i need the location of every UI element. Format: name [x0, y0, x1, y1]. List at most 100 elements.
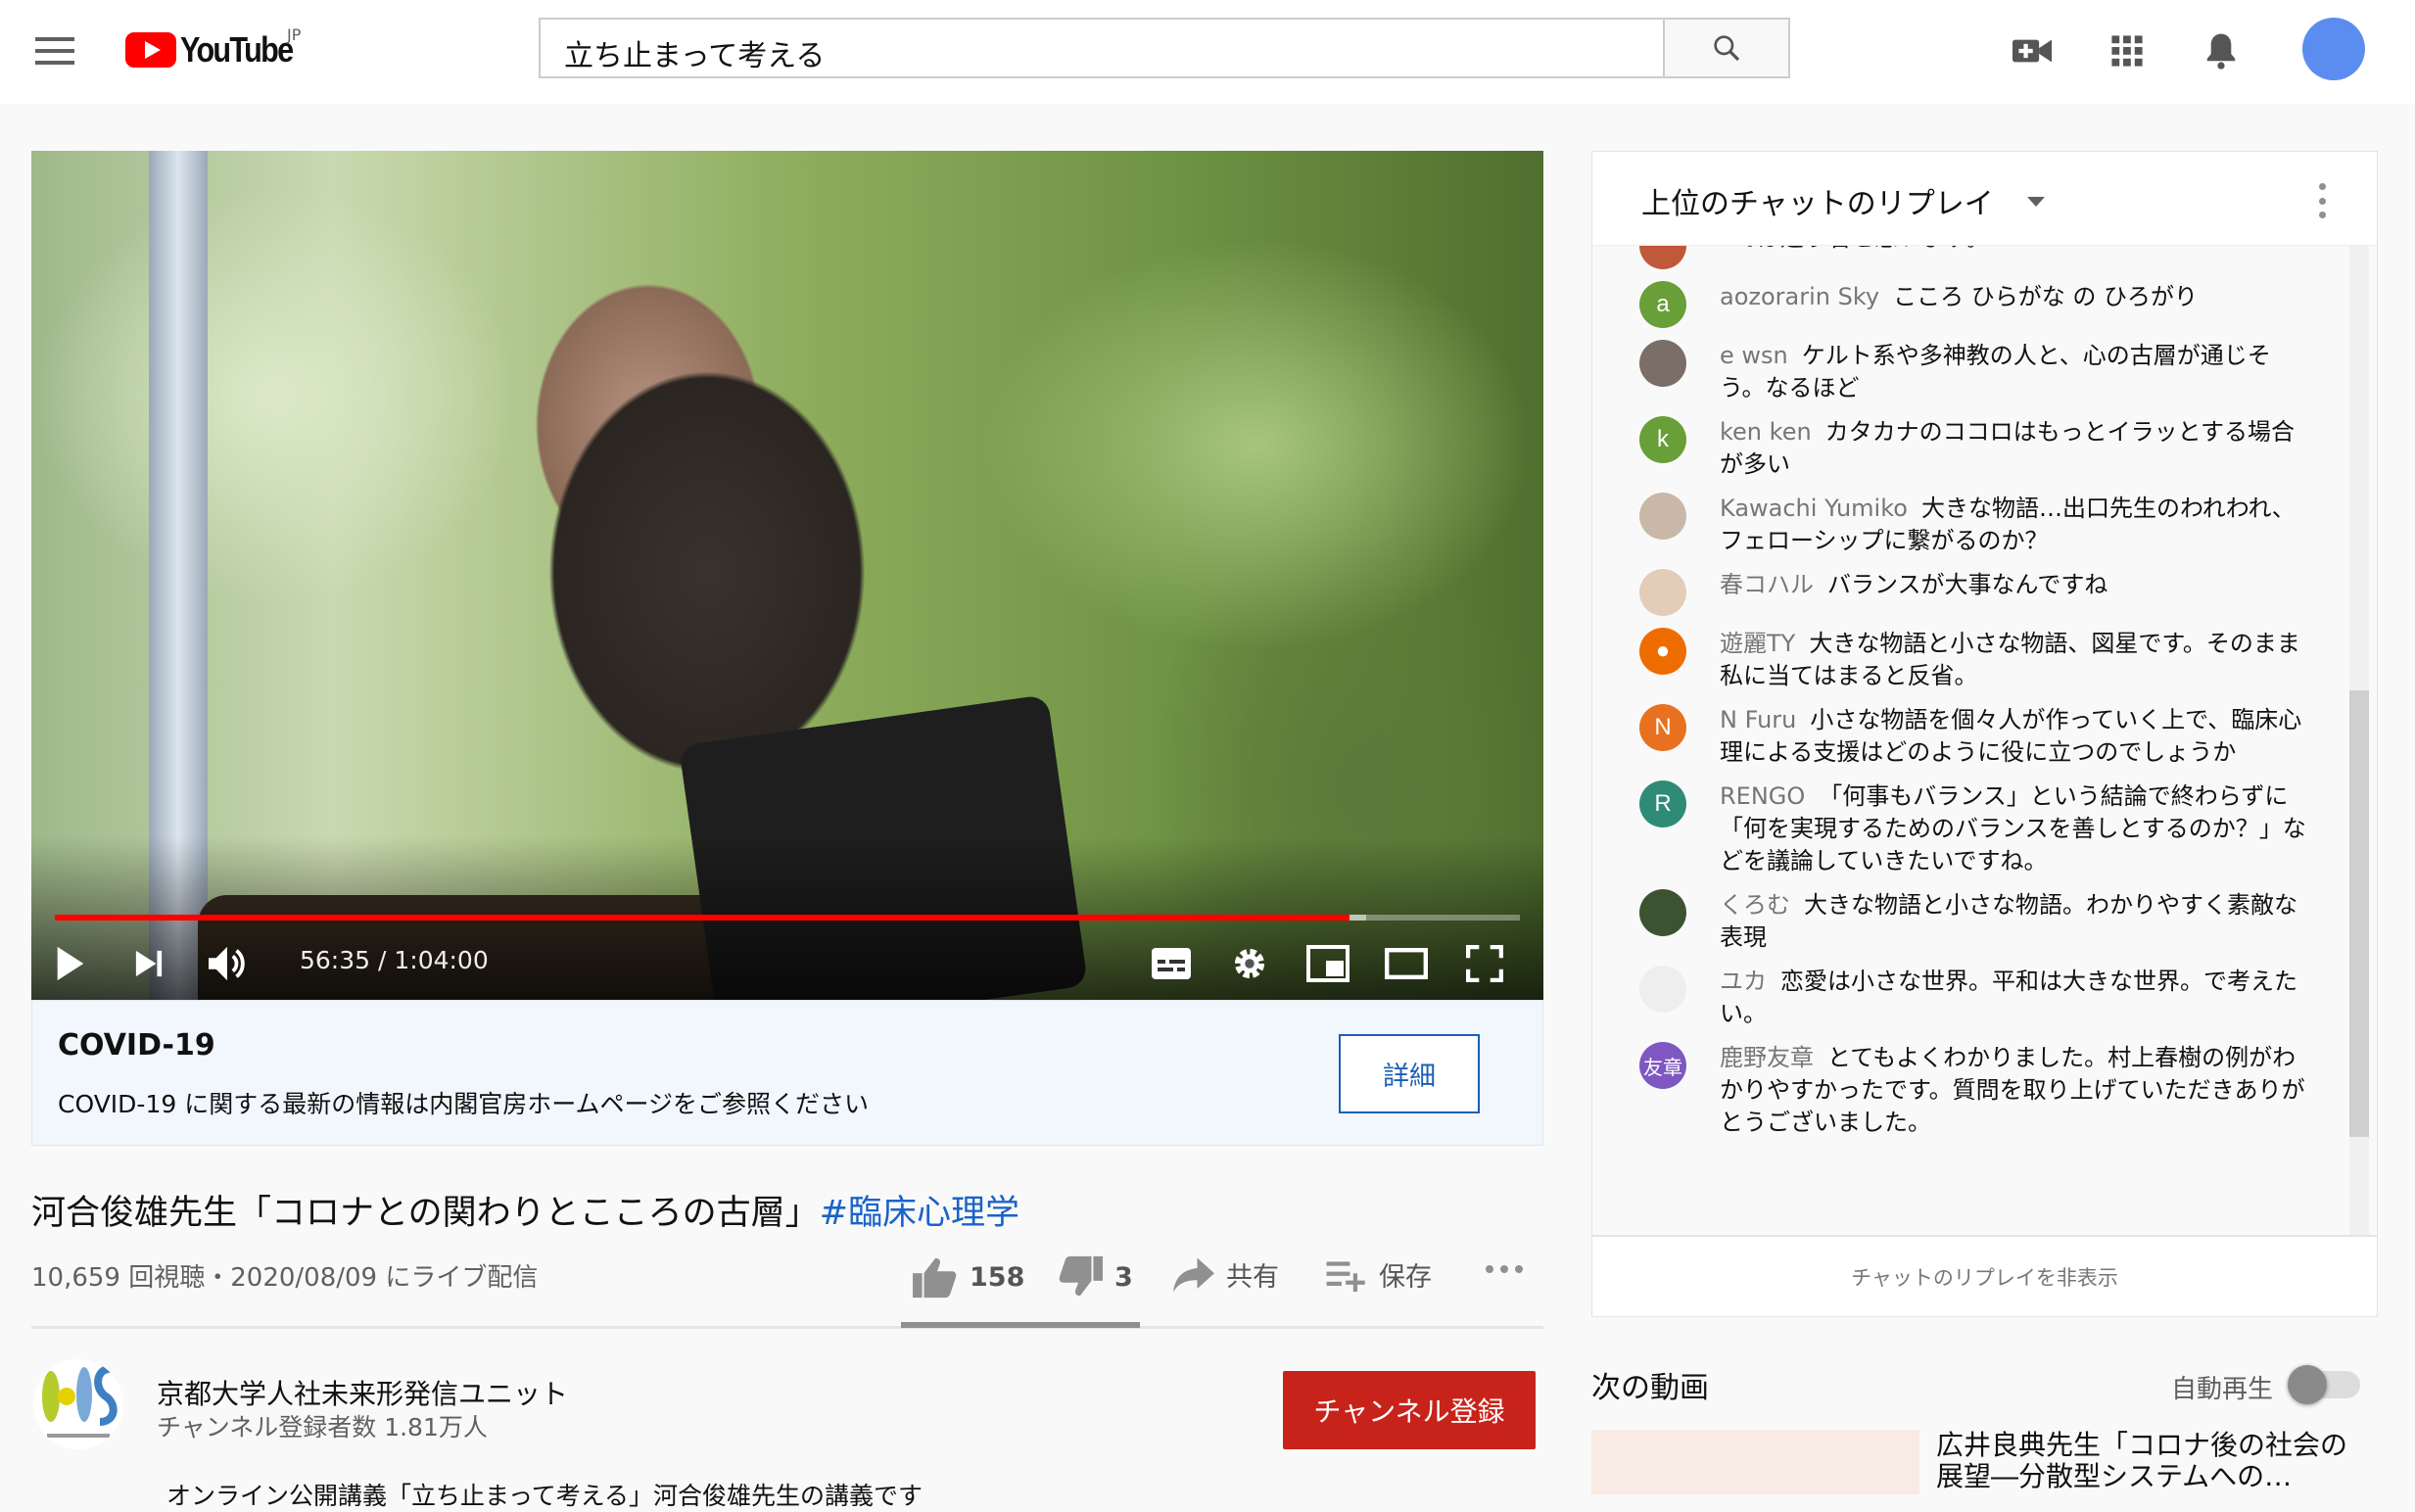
channel-name[interactable]: 京都大学人社未来形発信ユニット [157, 1373, 568, 1412]
play-logo-icon [125, 32, 176, 68]
message-body: 鹿野友章 とてもよくわかりました。村上春樹の例がわかりやすかったです。質問を取り上… [1720, 1042, 2307, 1139]
message-body: RENGO 「何事もバランス」という結論で終わらずに「何を実現するためのバランスを… [1720, 780, 2307, 877]
search-button[interactable] [1665, 18, 1790, 78]
author-name[interactable]: e wsn [1720, 342, 1788, 369]
notifications-button[interactable] [2198, 27, 2245, 74]
apps-button[interactable] [2104, 27, 2151, 74]
save-button[interactable]: 保存 [1326, 1255, 1432, 1294]
message-text: ケルト系や多神教の人と、心の古層が通じそう。なるほど [1720, 342, 2271, 402]
dislike-button[interactable]: 3 [1058, 1255, 1133, 1299]
search-input[interactable]: 立ち止まって考える [539, 18, 1665, 78]
chat-message: R RENGO 「何事もバランス」という結論で終わらずに「何を実現するためのバランス… [1592, 775, 2337, 883]
message-body: Kawachi Yumiko 大きな物語…出口先生のわれわれ、フェローシップに繋が… [1720, 493, 2307, 557]
message-text: 大きな物語と小さな物語、図星です。そのまま私に当てはまると反省。 [1720, 630, 2300, 689]
author-avatar[interactable]: a [1639, 281, 1686, 328]
dropdown-caret-icon[interactable] [2027, 197, 2045, 207]
video-player[interactable]: 56:35 / 1:04:00 [31, 151, 1543, 1000]
more-actions-button[interactable] [1485, 1263, 1524, 1275]
miniplayer-button[interactable] [1301, 940, 1355, 987]
author-avatar[interactable] [1639, 569, 1686, 616]
chat-message: ● 遊麗TY 大きな物語と小さな物語、図星です。そのまま私に当てはまると反省。 [1592, 622, 2337, 698]
account-avatar[interactable] [2302, 18, 2365, 80]
chat-scrollbar-thumb[interactable] [2349, 690, 2369, 1137]
author-avatar[interactable] [1639, 966, 1686, 1013]
message-body: ユカ 恋愛は小さな世界。平和は大きな世界。で考えたい。 [1720, 966, 2307, 1030]
next-video-thumbnail[interactable] [1591, 1430, 1919, 1494]
message-text: では違う名と思います。 [1733, 246, 1990, 252]
details-button[interactable]: 詳細 [1339, 1034, 1480, 1113]
chat-message: では違う名と思います。 [1592, 246, 2337, 275]
next-button[interactable] [121, 940, 176, 987]
author-name[interactable]: N Furu [1720, 706, 1796, 733]
video-title: 河合俊雄先生「コロナとの関わりとこころの古層」#臨床心理学 [31, 1185, 1019, 1235]
autoplay-toggle[interactable] [2288, 1365, 2360, 1404]
share-icon [1173, 1257, 1214, 1292]
channel-avatar[interactable] [33, 1359, 123, 1449]
author-avatar[interactable]: k [1639, 416, 1686, 463]
divider [31, 1326, 1543, 1329]
author-name[interactable]: Kawachi Yumiko [1720, 495, 1908, 522]
chat-header: 上位のチャットのリプレイ [1592, 152, 2377, 246]
logo-text: YouTube [180, 29, 294, 70]
menu-icon[interactable] [35, 37, 74, 65]
author-avatar[interactable] [1639, 493, 1686, 540]
hashtag-link[interactable]: #臨床心理学 [820, 1194, 1019, 1233]
author-avatar[interactable] [1639, 889, 1686, 936]
covid-info-panel: COVID-19 COVID-19 に関する最新の情報は内閣官房ホームページをご… [31, 1000, 1543, 1146]
played-bar [55, 915, 1350, 921]
dislike-count: 3 [1114, 1261, 1133, 1293]
message-body: くろむ 大きな物語と小さな物語。わかりやすく素敵な表現 [1720, 889, 2307, 954]
theater-mode-button[interactable] [1379, 940, 1434, 987]
message-body: では違う名と思います。 [1720, 246, 2307, 269]
author-name[interactable]: ユカ [1720, 968, 1767, 995]
youtube-logo[interactable]: YouTube JP [125, 25, 312, 71]
gear-icon [1234, 948, 1265, 979]
chat-mode-selector[interactable]: 上位のチャットのリプレイ [1641, 179, 1994, 222]
message-body: N Furu 小さな物語を個々人が作っていく上で、臨床心理による支援はどのように役… [1720, 704, 2307, 769]
author-avatar[interactable]: ● [1639, 628, 1686, 675]
subtitles-button[interactable] [1144, 940, 1199, 987]
subscribe-button[interactable]: チャンネル登録 [1283, 1371, 1536, 1449]
message-body: 春コハル バランスが大事なんですね [1720, 569, 2307, 616]
volume-button[interactable] [198, 940, 257, 987]
create-video-icon [2012, 39, 2052, 63]
fullscreen-button[interactable] [1457, 940, 1512, 987]
author-name[interactable]: くろむ [1720, 891, 1790, 919]
more-vertical-icon[interactable] [2317, 183, 2327, 218]
search-icon [1714, 35, 1740, 62]
author-avatar[interactable]: 友章 [1639, 1042, 1686, 1089]
like-button[interactable]: 158 [913, 1255, 1024, 1299]
create-video-button[interactable] [2009, 27, 2056, 74]
hide-chat-replay-button[interactable]: チャットのリプレイを非表示 [1592, 1235, 2377, 1317]
chat-message: k ken ken カタカナのココロはもっとイラッとする場合が多い [1592, 410, 2337, 487]
settings-button[interactable] [1222, 940, 1277, 987]
play-button[interactable] [43, 940, 98, 987]
progress-bar[interactable] [55, 915, 1520, 921]
channel-logo-icon [42, 1365, 118, 1438]
message-body: e wsn ケルト系や多神教の人と、心の古層が通じそう。なるほど [1720, 340, 2307, 404]
author-name[interactable]: 春コハル [1720, 571, 1814, 598]
author-avatar[interactable] [1639, 246, 1686, 269]
author-avatar[interactable]: N [1639, 704, 1686, 751]
author-avatar[interactable] [1639, 340, 1686, 387]
share-button[interactable]: 共有 [1173, 1255, 1279, 1294]
author-name[interactable]: RENGO [1720, 782, 1805, 810]
fullscreen-icon [1466, 945, 1503, 982]
author-name[interactable]: aozorarin Sky [1720, 283, 1879, 310]
author-name[interactable]: 鹿野友章 [1720, 1044, 1814, 1071]
video-meta: 10,659 回視聴・2020/08/09 にライブ配信 [31, 1263, 539, 1293]
next-video-title[interactable]: 広井良典先生「コロナ後の社会の展望―分散型システムへの… [1936, 1430, 2347, 1492]
message-body: aozorarin Sky こころ ひらがな の ひろがり [1720, 281, 2307, 328]
author-name[interactable]: 遊麗TY [1720, 630, 1795, 657]
next-icon [135, 950, 163, 977]
message-body: 遊麗TY 大きな物語と小さな物語、図星です。そのまま私に当てはまると反省。 [1720, 628, 2307, 692]
author-avatar[interactable]: R [1639, 780, 1686, 827]
like-count: 158 [970, 1261, 1025, 1293]
chat-replay-panel: 上位のチャットのリプレイ では違う名と思います。 a aozorarin Sky ここ… [1591, 151, 2378, 1317]
share-label: 共有 [1226, 1262, 1279, 1293]
more-horizontal-icon [1486, 1265, 1523, 1273]
covid-title: COVID-19 [58, 1028, 215, 1063]
message-text: 小さな物語を個々人が作っていく上で、臨床心理による支援はどのように役に立つのでし… [1720, 706, 2302, 766]
chat-message: ユカ 恋愛は小さな世界。平和は大きな世界。で考えたい。 [1592, 960, 2337, 1036]
author-name[interactable]: ken ken [1720, 418, 1812, 446]
